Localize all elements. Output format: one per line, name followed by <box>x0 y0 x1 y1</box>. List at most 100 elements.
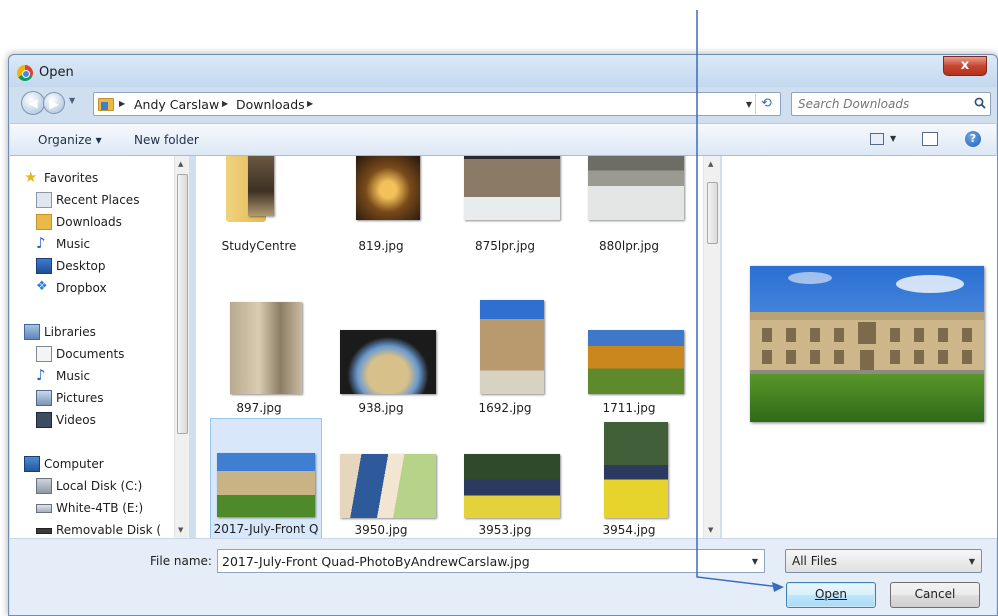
view-options-dropdown[interactable]: ▼ <box>890 134 896 143</box>
file-name-input[interactable]: 2017-July-Front Quad-PhotoByAndrewCarsla… <box>217 549 765 573</box>
image-thumbnail <box>340 330 436 394</box>
file-name-label: File name: <box>150 554 212 568</box>
file-type-select[interactable]: All Files ▼ <box>785 549 982 573</box>
file-name: 938.jpg <box>358 401 404 415</box>
image-thumbnail <box>480 300 544 394</box>
file-tile-880lpr[interactable]: 880lpr.jpg <box>574 156 686 264</box>
desktop-icon <box>36 258 52 274</box>
chevron-down-icon[interactable]: ▼ <box>969 557 975 566</box>
nav-removable-disk[interactable]: Removable Disk ( <box>10 520 172 538</box>
recent-places-icon <box>36 192 52 208</box>
file-name: 897.jpg <box>236 401 282 415</box>
chevron-right-icon[interactable]: ▶ <box>119 99 125 108</box>
file-tile-front-quad[interactable]: 2017-July-Front Quad-PhotoByAndrewCarsla… <box>210 418 322 538</box>
footer: File name: 2017-July-Front Quad-PhotoByA… <box>10 538 996 615</box>
file-list: StudyCentre 819.jpg 875lpr.jpg 880lpr.jp… <box>195 156 703 538</box>
open-button[interactable]: Open <box>786 582 876 608</box>
image-thumbnail <box>604 422 668 518</box>
search-box[interactable] <box>791 92 991 116</box>
scroll-down-arrow[interactable]: ▼ <box>178 526 183 534</box>
hard-drive-icon <box>36 504 52 513</box>
image-thumbnail <box>356 156 420 220</box>
scroll-up-arrow[interactable]: ▲ <box>178 160 183 168</box>
search-icon[interactable] <box>974 97 986 109</box>
file-tile-3953[interactable]: 3953.jpg <box>450 418 562 538</box>
removable-disk-icon <box>36 528 52 534</box>
nav-favorites[interactable]: ★ Favorites <box>10 168 172 189</box>
forward-button[interactable]: ▶ <box>43 92 65 114</box>
file-tile-875lpr[interactable]: 875lpr.jpg <box>450 156 562 264</box>
close-button[interactable]: x <box>943 56 987 76</box>
nav-videos[interactable]: Videos <box>10 410 172 431</box>
videos-icon <box>36 412 52 428</box>
scroll-up-arrow[interactable]: ▲ <box>708 160 713 168</box>
file-name: 3950.jpg <box>354 523 408 537</box>
image-thumbnail <box>230 302 302 394</box>
file-tile-1711[interactable]: 1711.jpg <box>574 296 686 416</box>
search-input[interactable] <box>796 95 966 113</box>
file-list-scrollbar[interactable]: ▲ ▼ <box>703 156 720 538</box>
chrome-icon <box>17 65 33 81</box>
downloads-icon <box>36 214 52 230</box>
dialog-title: Open <box>39 65 74 80</box>
file-tile-3954[interactable]: 3954.jpg <box>574 418 686 538</box>
file-tile-1692[interactable]: 1692.jpg <box>450 296 562 416</box>
music-icon: ♪ <box>36 234 46 252</box>
image-thumbnail <box>340 454 436 518</box>
nav-libraries[interactable]: Libraries <box>10 322 172 343</box>
scrollbar-thumb[interactable] <box>707 182 718 244</box>
file-tile-3950[interactable]: 3950.jpg <box>326 418 438 538</box>
libraries-icon <box>24 324 40 340</box>
nav-documents[interactable]: Documents <box>10 344 172 365</box>
file-tile-897[interactable]: 897.jpg <box>204 296 316 416</box>
file-name: 1692.jpg <box>478 401 532 415</box>
organize-menu[interactable]: Organize ▾ <box>38 133 102 147</box>
scroll-down-arrow[interactable]: ▼ <box>708 526 713 534</box>
nav-dropbox[interactable]: ❖ Dropbox <box>10 278 172 299</box>
preview-pane <box>721 156 997 538</box>
image-thumbnail <box>464 156 560 220</box>
address-dropdown[interactable]: ▼ <box>746 100 752 109</box>
music-icon: ♪ <box>36 366 46 384</box>
help-icon[interactable]: ? <box>965 131 981 147</box>
scrollbar-thumb[interactable] <box>177 174 188 434</box>
nav-local-disk[interactable]: Local Disk (C:) <box>10 476 172 497</box>
address-bar[interactable]: ▶ Andy Carslaw ▶ Downloads ▶ ▼ ⟲ <box>93 92 781 116</box>
file-name: 2017-July-Front Quad-PhotoByAndrewCarsla… <box>213 522 319 536</box>
chevron-down-icon[interactable]: ▼ <box>752 557 758 566</box>
preview-pane-icon[interactable] <box>922 132 938 146</box>
nav-pictures[interactable]: Pictures <box>10 388 172 409</box>
back-button[interactable]: ◀ <box>21 91 45 115</box>
cancel-button[interactable]: Cancel <box>890 582 980 608</box>
dropbox-icon: ❖ <box>36 279 48 294</box>
file-tile-938[interactable]: 938.jpg <box>326 296 438 416</box>
new-folder-button[interactable]: New folder <box>134 133 199 147</box>
nav-computer[interactable]: Computer <box>10 454 172 475</box>
breadcrumb-andy-carslaw[interactable]: Andy Carslaw <box>134 97 219 112</box>
image-thumbnail <box>588 156 684 220</box>
chevron-right-icon[interactable]: ▶ <box>222 99 228 108</box>
recent-locations-dropdown[interactable]: ▼ <box>69 96 77 106</box>
image-thumbnail <box>217 453 315 517</box>
nav-desktop[interactable]: Desktop <box>10 256 172 277</box>
computer-icon <box>24 456 40 472</box>
change-view-icon[interactable] <box>870 133 884 145</box>
file-name: StudyCentre <box>221 239 297 253</box>
refresh-icon[interactable]: ⟲ <box>755 94 777 114</box>
nav-recent-places[interactable]: Recent Places <box>10 190 172 211</box>
file-name: 875lpr.jpg <box>474 239 536 253</box>
pictures-icon <box>36 390 52 406</box>
file-tile-819[interactable]: 819.jpg <box>326 156 438 264</box>
nav-white-4tb[interactable]: White-4TB (E:) <box>10 498 172 519</box>
file-name-value: 2017-July-Front Quad-PhotoByAndrewCarsla… <box>222 554 530 569</box>
nav-library-music[interactable]: ♪ Music <box>10 366 172 387</box>
documents-icon <box>36 346 52 362</box>
navigation-scrollbar[interactable]: ▲ ▼ <box>174 156 189 538</box>
navigation-pane: ★ Favorites Recent Places Downloads ♪ Mu… <box>10 156 188 538</box>
nav-music[interactable]: ♪ Music <box>10 234 172 255</box>
hard-drive-icon <box>36 478 52 494</box>
file-tile-studycentre[interactable]: StudyCentre <box>204 156 316 264</box>
chevron-right-icon[interactable]: ▶ <box>307 99 313 108</box>
nav-downloads[interactable]: Downloads <box>10 212 172 233</box>
breadcrumb-downloads[interactable]: Downloads <box>236 97 305 112</box>
